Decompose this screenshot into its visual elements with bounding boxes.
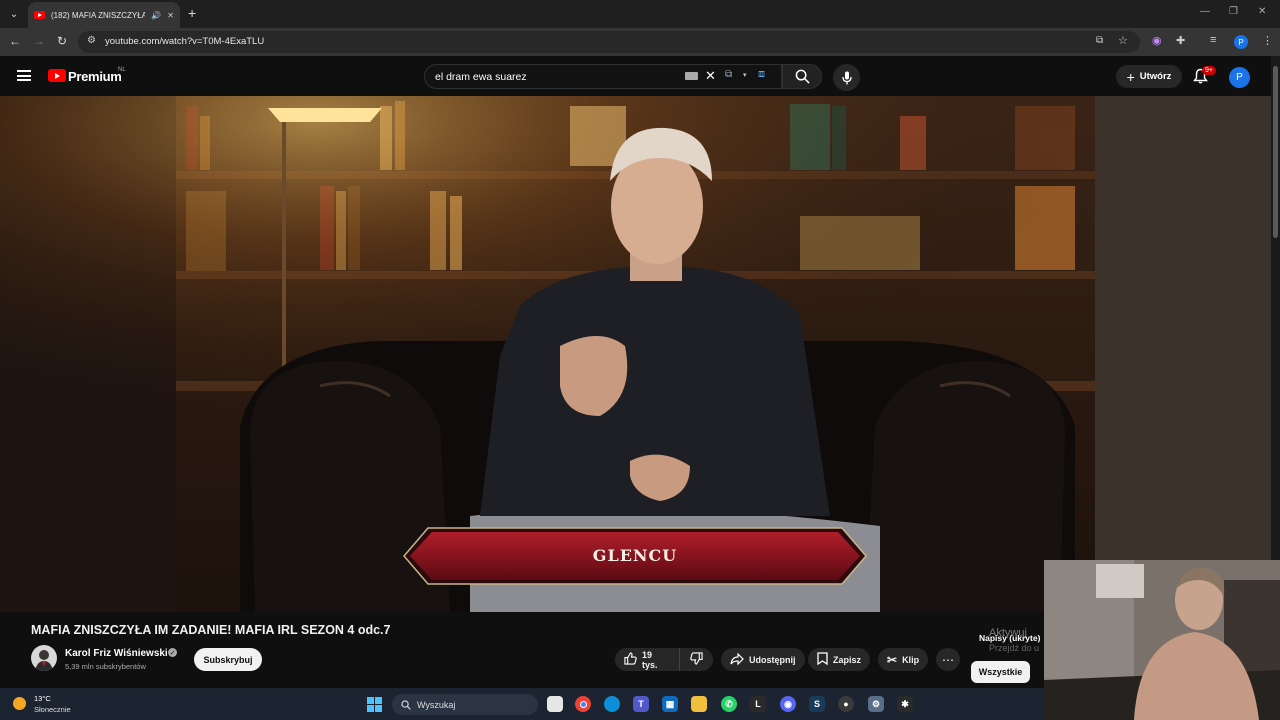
- like-button[interactable]: 19 tys.: [615, 648, 679, 671]
- more-horizontal-icon: ⋯: [942, 652, 954, 667]
- youtube-favicon-icon: [34, 11, 45, 19]
- windows-activation-hint: Przejdź do u: [989, 643, 1040, 653]
- close-tab-icon[interactable]: ✕: [167, 11, 174, 20]
- create-button[interactable]: + Utwórz: [1116, 65, 1182, 88]
- subscriber-count: 5,39 mln subskrybentów: [65, 662, 146, 671]
- chrome-icon[interactable]: [575, 696, 591, 712]
- save-label: Zapisz: [833, 654, 862, 665]
- youtube-logo-icon[interactable]: [48, 69, 66, 82]
- share-arrow-icon: [730, 652, 744, 667]
- browser-toolbar: ← → ↻ ⚙ youtube.com/watch?v=T0M-4ExaTLU …: [0, 28, 1280, 56]
- minimize-button[interactable]: —: [1200, 6, 1210, 17]
- steam-icon[interactable]: S: [809, 696, 825, 712]
- dropdown-icon[interactable]: ▾: [743, 71, 747, 79]
- browser-tab-strip: ⌄ (182) MAFIA ZNISZCZYŁA IM 🔊 ✕ + — ❐ ✕: [0, 0, 1280, 28]
- create-label: Utwórz: [1139, 71, 1172, 82]
- like-count: 19 tys.: [642, 649, 658, 670]
- lower-third-banner: GLENCU: [402, 526, 868, 586]
- weather-temperature[interactable]: 13°C: [34, 694, 51, 703]
- store-icon[interactable]: ▦: [662, 696, 678, 712]
- clear-search-icon[interactable]: ✕: [705, 68, 716, 84]
- keyboard-icon[interactable]: [685, 72, 698, 80]
- extension-search-icon[interactable]: ⧈: [758, 68, 765, 81]
- url-text: youtube.com/watch?v=T0M-4ExaTLU: [105, 36, 265, 47]
- save-button[interactable]: Zapisz: [808, 648, 871, 671]
- subscribe-button[interactable]: Subskrybuj: [194, 648, 262, 671]
- browser-menu-icon[interactable]: ⋮: [1262, 34, 1273, 47]
- webcam-overlay: [1044, 560, 1280, 720]
- channel-avatar[interactable]: [31, 645, 57, 671]
- obs-icon[interactable]: ●: [838, 696, 854, 712]
- thumbs-up-icon: [624, 652, 637, 667]
- search-input[interactable]: el dram ewa suarez ✕ ⧉ ▾ ⧈: [424, 64, 782, 89]
- video-player[interactable]: GLENCU: [0, 96, 1271, 612]
- search-query-text: el dram ewa suarez: [435, 71, 527, 83]
- teams-icon[interactable]: T: [633, 696, 649, 712]
- voice-search-button[interactable]: [833, 64, 860, 91]
- close-window-button[interactable]: ✕: [1258, 6, 1266, 17]
- thumbs-down-icon: [690, 652, 703, 667]
- lower-third-name: GLENCU: [592, 546, 678, 565]
- scrollbar-thumb[interactable]: [1273, 66, 1278, 238]
- dislike-button[interactable]: [679, 648, 713, 671]
- reload-button[interactable]: ↻: [57, 34, 67, 48]
- share-button[interactable]: Udostępnij: [721, 648, 805, 671]
- translate-icon[interactable]: ⧉: [725, 69, 732, 80]
- plus-icon: +: [1126, 68, 1135, 85]
- league-icon[interactable]: L: [750, 696, 766, 712]
- microphone-icon: [841, 71, 852, 84]
- extension-icon[interactable]: ◉: [1152, 34, 1162, 47]
- video-title: MAFIA ZNISZCZYŁA IM ZADANIE! MAFIA IRL S…: [31, 623, 391, 637]
- youtube-header: Premium NL el dram ewa suarez ✕ ⧉ ▾ ⧈ + …: [0, 56, 1280, 96]
- more-actions-button[interactable]: ⋯: [936, 648, 960, 671]
- task-view-icon[interactable]: [547, 696, 563, 712]
- clip-label: Klip: [902, 654, 920, 665]
- capcut-icon[interactable]: ✱: [897, 696, 913, 712]
- verified-badge-icon: ✓: [168, 648, 177, 657]
- captions-tooltip: Napisy (ukryte): [979, 633, 1041, 643]
- scissors-icon: ✂: [887, 652, 898, 667]
- whatsapp-icon[interactable]: ✆: [721, 696, 737, 712]
- windows-start-icon[interactable]: [367, 697, 382, 712]
- install-app-icon[interactable]: ⧉: [1096, 35, 1103, 46]
- search-button[interactable]: [782, 64, 822, 89]
- edge-icon[interactable]: [604, 696, 620, 712]
- tab-search-button[interactable]: ⌄: [4, 4, 24, 24]
- channel-name[interactable]: Karol Friz Wiśniewski: [65, 648, 168, 659]
- browser-tab[interactable]: (182) MAFIA ZNISZCZYŁA IM 🔊 ✕: [28, 2, 180, 28]
- restore-button[interactable]: ❐: [1229, 6, 1238, 17]
- media-control-icon[interactable]: ≡: [1210, 34, 1216, 46]
- windows-taskbar: 13°C Słonecznie Wyszukaj T ▦ ✆ L ◉ S ● ⚙…: [0, 688, 1044, 720]
- back-button[interactable]: ←: [9, 34, 21, 48]
- clip-button[interactable]: ✂ Klip: [878, 648, 929, 671]
- audio-icon[interactable]: 🔊: [151, 11, 161, 20]
- settings-gear-icon[interactable]: ⚙: [868, 696, 884, 712]
- search-icon: [795, 69, 810, 84]
- logo-region-code: NL: [118, 67, 126, 73]
- file-explorer-icon[interactable]: [691, 696, 707, 712]
- taskbar-search-icon: [401, 699, 411, 710]
- sun-icon[interactable]: [13, 697, 26, 710]
- logo-text[interactable]: Premium: [68, 69, 122, 84]
- chip-all[interactable]: Wszystkie: [971, 661, 1030, 683]
- address-bar[interactable]: ⚙ youtube.com/watch?v=T0M-4ExaTLU ⧉ ☆: [78, 31, 1140, 53]
- notifications-badge: 9+: [1202, 66, 1216, 75]
- browser-profile-avatar[interactable]: P: [1234, 35, 1248, 49]
- forward-button[interactable]: →: [33, 34, 45, 48]
- site-info-icon[interactable]: ⚙: [87, 35, 96, 46]
- tab-title: (182) MAFIA ZNISZCZYŁA IM: [51, 10, 146, 20]
- weather-condition[interactable]: Słonecznie: [34, 705, 71, 714]
- account-avatar[interactable]: P: [1229, 67, 1250, 88]
- new-tab-button[interactable]: +: [188, 5, 196, 21]
- taskbar-search-placeholder: Wyszukaj: [417, 699, 456, 710]
- share-label: Udostępnij: [749, 654, 796, 665]
- bookmark-star-icon[interactable]: ☆: [1118, 34, 1128, 47]
- discord-icon[interactable]: ◉: [780, 696, 796, 712]
- taskbar-search-box[interactable]: Wyszukaj: [392, 694, 538, 715]
- guide-menu-icon[interactable]: [17, 70, 31, 81]
- bookmark-icon: [817, 652, 828, 667]
- extensions-puzzle-icon[interactable]: ✚: [1176, 34, 1185, 47]
